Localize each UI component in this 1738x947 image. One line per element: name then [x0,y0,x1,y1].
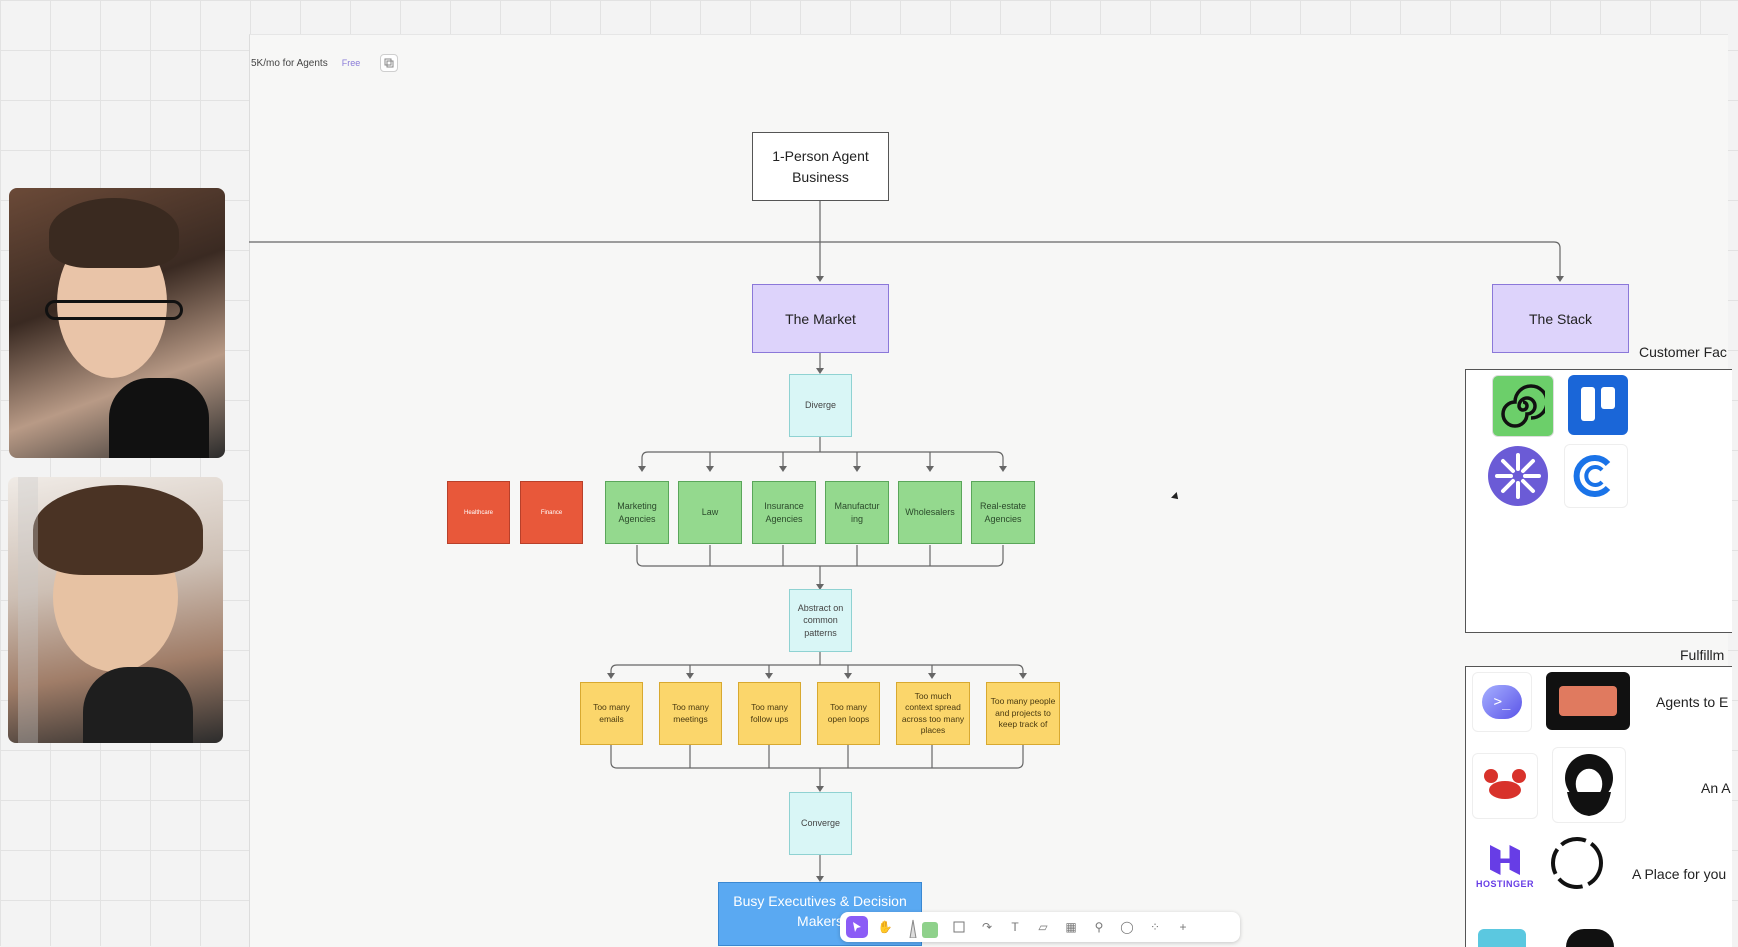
bottom-toolbar: ✋ ↷ T ▱ ▦ ⚲ ◯ ⁘ + [840,912,1240,942]
converge-node[interactable]: Converge [789,792,852,855]
industry-real-estate[interactable]: Real-estate Agencies [971,481,1035,544]
shape-tool-icon[interactable] [948,916,970,938]
industry-insurance[interactable]: Insurance Agencies [752,481,816,544]
diverge-node[interactable]: Diverge [789,374,852,437]
arrow-tool-icon[interactable]: ↷ [976,916,998,938]
stack-node[interactable]: The Stack [1492,284,1629,353]
abstract-node[interactable]: Abstract on common patterns [789,589,852,652]
problem-emails[interactable]: Too many emails [580,682,643,745]
fulfillment-row-2-label: An A [1701,780,1731,796]
industry-healthcare[interactable]: Healthcare [447,481,510,544]
sticky-tool-icon[interactable]: ▱ [1032,916,1054,938]
trello-icon[interactable] [1568,375,1628,435]
table-tool-icon[interactable]: ▦ [1060,916,1082,938]
partial-hat-icon [1566,929,1614,947]
industry-wholesalers[interactable]: Wholesalers [898,481,962,544]
bot-logo-icon[interactable] [1546,672,1630,730]
partial-logo-icon [1478,929,1526,947]
circle-logo-icon[interactable] [1544,831,1610,895]
lobster-icon[interactable] [1472,753,1538,819]
problem-context[interactable]: Too much context spread across too many … [896,682,970,745]
apps-tool-icon[interactable]: ⁘ [1144,916,1166,938]
comment-tool-icon[interactable]: ◯ [1116,916,1138,938]
customer-facing-panel[interactable] [1465,369,1732,633]
problem-people-projects[interactable]: Too many people and projects to keep tra… [986,682,1060,745]
calendly-icon[interactable] [1564,444,1628,508]
industry-manufacturing[interactable]: Manufactur ing [825,481,889,544]
select-tool-icon[interactable] [846,916,868,938]
hostinger-logo-icon[interactable]: HOSTINGER [1472,835,1538,899]
hostinger-wordmark: HOSTINGER [1475,879,1534,889]
problem-meetings[interactable]: Too many meetings [659,682,722,745]
root-node[interactable]: 1-Person Agent Business [752,132,889,201]
industry-finance[interactable]: Finance [520,481,583,544]
starburst-logo-icon[interactable] [1486,444,1550,508]
hand-tool-icon[interactable]: ✋ [874,916,896,938]
plus-tool-icon[interactable]: + [1172,916,1194,938]
person-tool-icon[interactable]: ⚲ [1088,916,1110,938]
fulfillment-panel[interactable]: >_ Agents to E An A HOSTINGER A Place fo… [1465,666,1732,947]
market-node[interactable]: The Market [752,284,889,353]
problem-follow-ups[interactable]: Too many follow ups [738,682,801,745]
problem-open-loops[interactable]: Too many open loops [817,682,880,745]
industry-marketing[interactable]: Marketing Agencies [605,481,669,544]
fulfillment-label: Fulfillm [1680,647,1725,663]
fulfillment-row-3-label: A Place for you [1632,866,1727,882]
pen-tool-icon[interactable] [902,916,942,938]
terminal-cloud-icon[interactable]: >_ [1472,672,1532,732]
spiral-logo-icon[interactable] [1492,375,1554,437]
text-tool-icon[interactable]: T [1004,916,1026,938]
industry-law[interactable]: Law [678,481,742,544]
fulfillment-row-1-label: Agents to E [1656,694,1729,710]
character-avatar-icon[interactable] [1552,747,1626,823]
customer-facing-label: Customer Fac [1639,344,1727,360]
